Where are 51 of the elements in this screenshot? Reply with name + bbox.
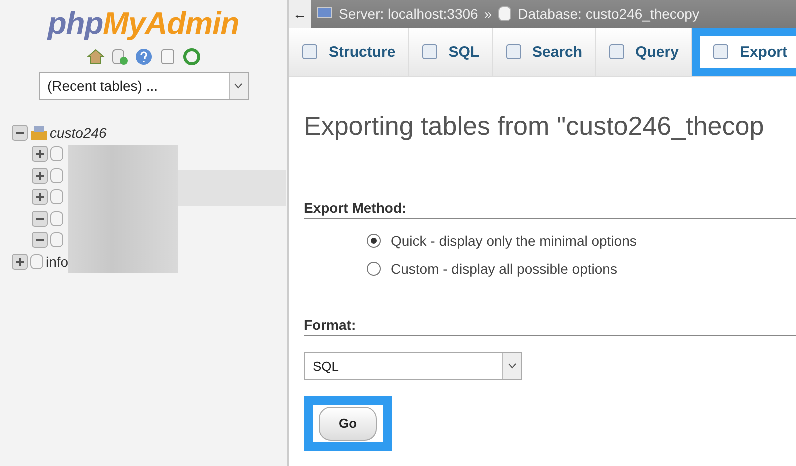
plus-icon [35, 192, 45, 202]
expander-toggle[interactable] [32, 146, 48, 162]
section-title: Export Method: [304, 200, 796, 219]
expander-toggle[interactable] [32, 168, 48, 184]
help-icon[interactable] [134, 48, 152, 66]
expander-toggle[interactable] [12, 124, 28, 141]
database-icon [30, 254, 44, 270]
database-icon [30, 124, 48, 141]
table-icon [50, 232, 64, 248]
tab-icon [420, 43, 439, 61]
back-button[interactable]: ← [289, 0, 311, 28]
tab-icon [301, 43, 319, 61]
table-icon [50, 210, 64, 227]
tab-icon [608, 43, 626, 61]
server-icon [317, 7, 333, 21]
table-icon [50, 189, 64, 206]
radio-button[interactable] [367, 262, 381, 276]
tab[interactable]: SQL [408, 28, 493, 76]
caret-icon [234, 83, 243, 89]
database-arrow-icon[interactable] [110, 48, 128, 66]
expander-toggle[interactable] [32, 232, 48, 248]
database-icon [498, 6, 512, 22]
tab[interactable]: Query [596, 28, 692, 76]
expander-toggle[interactable] [32, 210, 48, 227]
document-icon[interactable] [158, 48, 176, 66]
plus-icon [35, 149, 45, 160]
radio-button[interactable] [367, 234, 381, 248]
plus-icon [35, 170, 45, 181]
expander-toggle[interactable] [32, 189, 48, 206]
expander-toggle[interactable] [12, 254, 28, 270]
tab-icon [504, 43, 523, 61]
tab[interactable]: Structure [289, 28, 409, 76]
tab[interactable]: Export [692, 28, 796, 76]
tree-item-label[interactable]: custo246 [50, 124, 107, 141]
table-icon [50, 168, 64, 184]
tab-icon [712, 43, 730, 61]
page-heading: Exporting tables from "custo246_thecop [304, 111, 766, 142]
tab[interactable]: Search [492, 28, 596, 76]
radio-label[interactable]: Custom - display all possible options [391, 261, 618, 277]
recent-tables-dropdown[interactable]: (Recent tables) ... [38, 72, 248, 100]
radio-label[interactable]: Quick - display only the minimal options [391, 233, 637, 249]
home-icon[interactable] [86, 48, 104, 66]
table-icon [50, 146, 64, 162]
section-title: Format: [304, 317, 796, 336]
caret-icon [508, 363, 516, 369]
tree-item-label[interactable]: info [46, 254, 69, 270]
go-button[interactable]: Go [319, 406, 377, 440]
plus-icon [15, 256, 25, 267]
logo: phpMyAdmin [48, 6, 240, 42]
breadcrumb-separator: » [484, 6, 492, 22]
format-dropdown[interactable]: SQL [304, 352, 522, 380]
